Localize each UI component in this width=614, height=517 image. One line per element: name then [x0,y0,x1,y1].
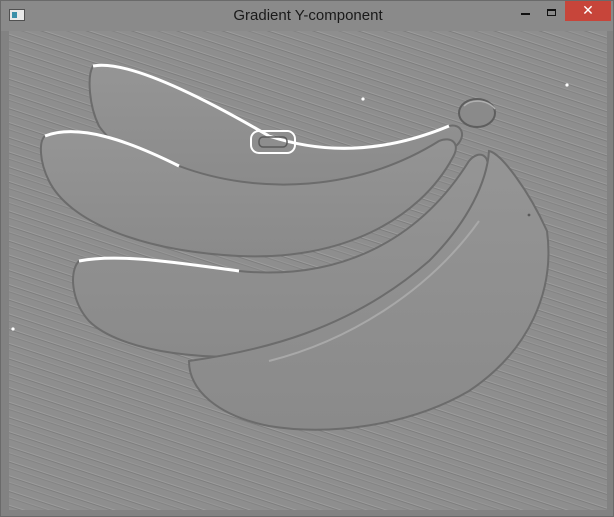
maximize-button[interactable] [539,1,563,23]
minimize-button[interactable] [513,1,537,23]
app-window: Gradient Y-component ✕ [0,0,614,517]
title-bar[interactable]: Gradient Y-component ✕ [1,1,613,31]
image-display-area [9,31,607,510]
bananas-gradient-y-image [9,31,607,510]
close-button[interactable]: ✕ [565,1,611,21]
maximize-icon [546,8,556,16]
minimize-icon [520,13,530,15]
close-icon: ✕ [582,3,594,19]
